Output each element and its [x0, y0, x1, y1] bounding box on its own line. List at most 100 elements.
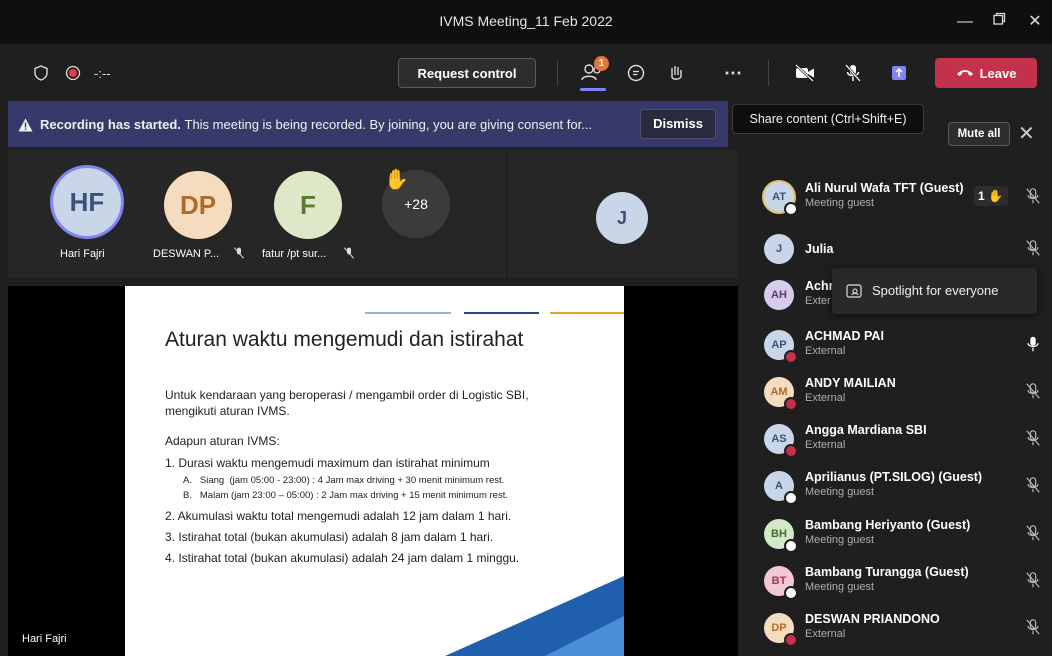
recording-banner: Recording has started. This meeting is b…: [8, 101, 728, 147]
presenter-name: Hari Fajri: [22, 633, 67, 645]
participant-role: Exter: [805, 295, 831, 307]
more-options-icon[interactable]: ⋯: [718, 58, 748, 88]
participant-avatar: J: [764, 234, 794, 264]
title-bar: IVMS Meeting_11 Feb 2022 — ✕: [0, 0, 1052, 44]
avatar-hari-fajri[interactable]: HF: [53, 168, 121, 236]
request-control-button[interactable]: Request control: [398, 58, 536, 88]
banner-text: This meeting is being recorded. By joini…: [184, 117, 593, 132]
spotlight-icon: [846, 284, 862, 298]
participant-name: DESWAN PRIANDONO: [805, 612, 940, 626]
participant-row[interactable]: A Aprilianus (PT.SILOG) (Guest) Meeting …: [742, 463, 1052, 510]
participant-role: External: [805, 439, 846, 451]
camera-off-icon[interactable]: [790, 58, 820, 88]
status-dot: [784, 444, 798, 458]
panel-close-icon[interactable]: ✕: [1018, 121, 1035, 146]
mic-off-icon[interactable]: [1024, 239, 1042, 257]
participant-role: Meeting guest: [805, 534, 875, 546]
status-dot: [784, 491, 798, 505]
participant-role: External: [805, 628, 846, 640]
participant-name: Angga Mardiana SBI: [805, 423, 927, 437]
mic-off-icon[interactable]: [1024, 382, 1042, 400]
banner-bold: Recording has started.: [40, 117, 181, 132]
raised-hand-icon: ✋: [988, 189, 1003, 203]
mic-off-icon[interactable]: [838, 58, 868, 88]
dismiss-button[interactable]: Dismiss: [640, 109, 716, 139]
reactions-icon[interactable]: [661, 58, 691, 88]
toolbar-divider: [557, 60, 558, 86]
status-dot: [784, 586, 798, 600]
mic-off-icon[interactable]: [1024, 618, 1042, 636]
leave-label: Leave: [979, 65, 1017, 81]
avatar-julia[interactable]: J: [596, 192, 648, 244]
status-dot: [784, 633, 798, 647]
status-dot: [784, 397, 798, 411]
avatar-fatur[interactable]: F: [274, 171, 342, 239]
meeting-toolbar: -:-- Request control 1 ⋯ Leave: [0, 44, 1052, 100]
participant-role: External: [805, 345, 846, 357]
toolbar-divider: [768, 60, 769, 86]
meeting-timer: -:--: [94, 66, 111, 81]
participant-row[interactable]: BT Bambang Turangga (Guest) Meeting gues…: [742, 558, 1052, 605]
shield-icon: [26, 58, 56, 88]
participant-name: ACHMAD PAI: [805, 329, 884, 343]
share-content-tooltip: Share content (Ctrl+Shift+E): [732, 104, 924, 134]
mic-off-icon[interactable]: [1024, 571, 1042, 589]
gallery-name: Hari Fajri: [60, 248, 105, 260]
participant-row[interactable]: AM ANDY MAILIAN External: [742, 369, 1052, 416]
raised-hand-icon: ✋: [384, 169, 409, 191]
hand-raise-badge: 1 ✋: [974, 186, 1008, 206]
spotlight-tile: J: [508, 150, 738, 278]
participant-name: Bambang Heriyanto (Guest): [805, 518, 971, 532]
mic-off-icon: [233, 247, 245, 259]
participant-name: Julia: [805, 242, 834, 256]
participant-row[interactable]: DP DESWAN PRIANDONO External: [742, 605, 1052, 652]
participant-row[interactable]: BH Bambang Heriyanto (Guest) Meeting gue…: [742, 511, 1052, 558]
participant-role: Meeting guest: [805, 197, 875, 209]
participants-badge: 1: [594, 56, 609, 71]
participant-avatar: AH: [764, 280, 794, 310]
banner-message: Recording has started. This meeting is b…: [40, 117, 592, 132]
mic-off-icon[interactable]: [1024, 429, 1042, 447]
participant-row[interactable]: J Julia: [742, 226, 1052, 273]
status-dot: [784, 350, 798, 364]
close-icon[interactable]: ✕: [1022, 10, 1048, 34]
hand-count: 1: [978, 189, 985, 203]
participants-icon[interactable]: 1: [578, 56, 609, 91]
participant-name: Bambang Turangga (Guest): [805, 565, 969, 579]
mic-off-icon[interactable]: [1024, 187, 1042, 205]
mic-off-icon[interactable]: [1024, 524, 1042, 542]
active-indicator: [580, 88, 606, 91]
gallery-name: DESWAN P...: [153, 248, 220, 260]
spotlight-menu[interactable]: Spotlight for everyone: [832, 268, 1037, 314]
participant-name: Aprilianus (PT.SILOG) (Guest): [805, 470, 983, 484]
participant-name: Achr: [805, 279, 834, 293]
status-dot: [784, 539, 798, 553]
mic-on-icon[interactable]: [1024, 335, 1042, 353]
maximize-icon[interactable]: [986, 10, 1012, 34]
participant-role: Meeting guest: [805, 486, 875, 498]
spotlight-label: Spotlight for everyone: [872, 283, 999, 298]
participant-role: External: [805, 392, 846, 404]
recording-icon: [58, 58, 88, 88]
participant-row[interactable]: AS Angga Mardiana SBI External: [742, 416, 1052, 463]
leave-button[interactable]: Leave: [935, 58, 1037, 88]
mic-off-icon[interactable]: [1024, 476, 1042, 494]
participant-role: Meeting guest: [805, 581, 875, 593]
participant-row[interactable]: AP ACHMAD PAI External: [742, 322, 1052, 369]
chat-icon[interactable]: [621, 58, 651, 88]
mic-off-icon: [343, 247, 355, 259]
minimize-icon[interactable]: —: [952, 10, 978, 34]
participant-name: ANDY MAILIAN: [805, 376, 896, 390]
avatar-deswan[interactable]: DP: [164, 171, 232, 239]
warning-icon: [18, 118, 33, 132]
share-content-icon[interactable]: [884, 58, 914, 88]
slide-corner-decoration: [445, 576, 624, 656]
presentation-slide: Aturan waktu mengemudi dan istirahat Unt…: [125, 286, 624, 656]
participant-row[interactable]: AT Ali Nurul Wafa TFT (Guest) Meeting gu…: [742, 174, 1052, 221]
window-title: IVMS Meeting_11 Feb 2022: [439, 13, 613, 29]
participant-name: Ali Nurul Wafa TFT (Guest): [805, 181, 964, 195]
phone-hangup-icon: [956, 70, 973, 76]
mute-all-button[interactable]: Mute all: [948, 122, 1010, 146]
gallery-name: fatur /pt sur...: [262, 248, 327, 260]
status-dot: [784, 202, 798, 216]
